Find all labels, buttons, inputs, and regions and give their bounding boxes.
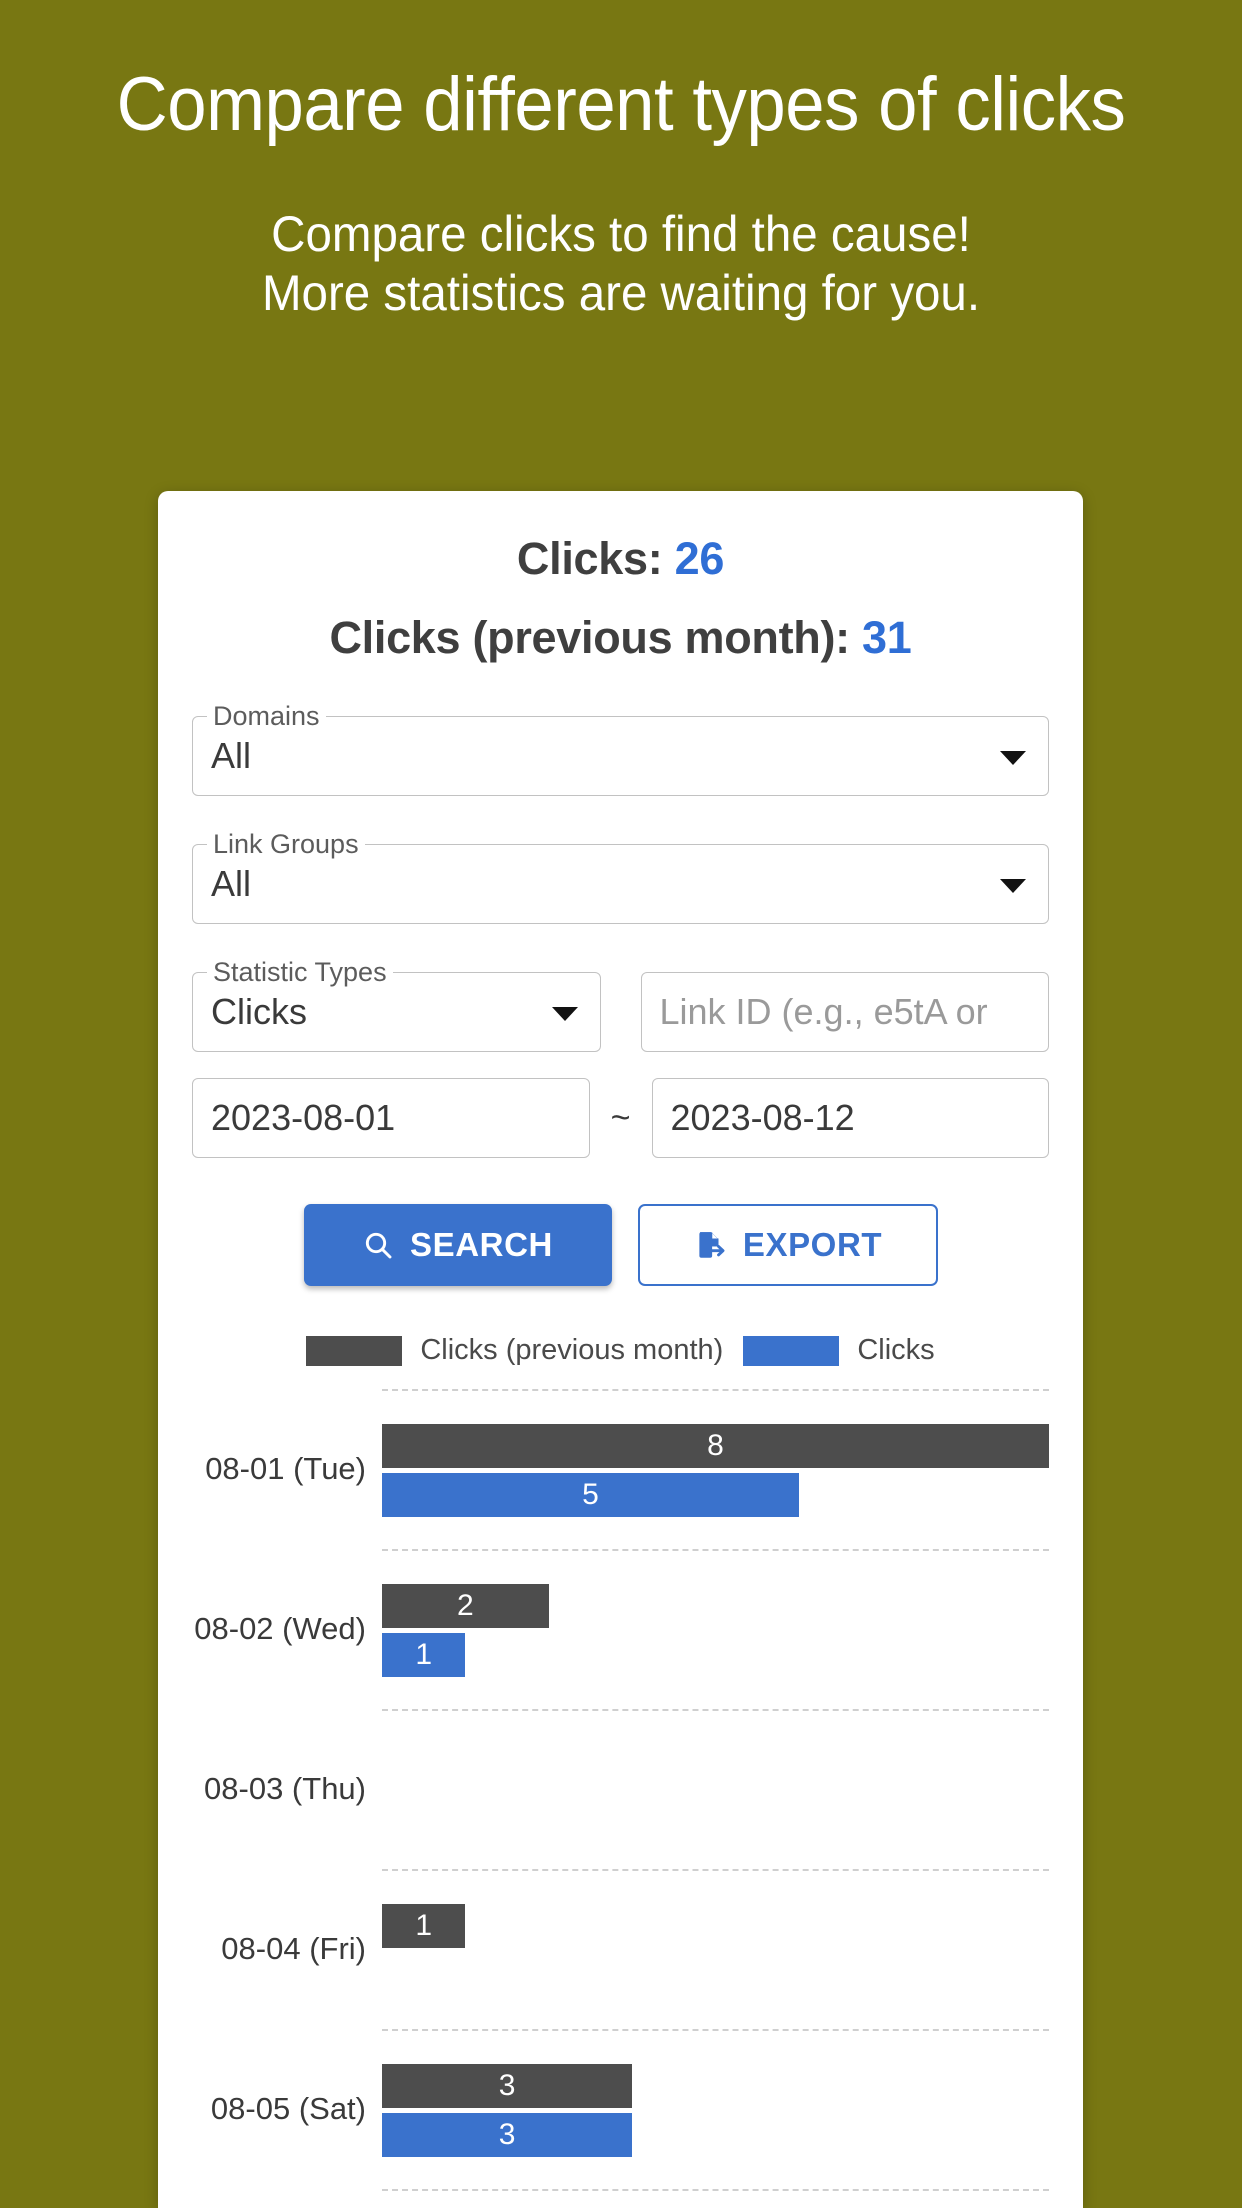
chart-legend: Clicks (previous month) Clicks: [192, 1334, 1049, 1367]
chart-category-label: 08-05 (Sat): [210, 2091, 366, 2126]
link-groups-value: All: [211, 863, 252, 904]
date-from-value: 2023-08-01: [211, 1097, 396, 1138]
action-buttons: SEARCH EXPORT: [192, 1204, 1049, 1286]
date-to-input[interactable]: 2023-08-12: [651, 1078, 1049, 1158]
legend-swatch-icon: [306, 1335, 403, 1366]
legend-swatch-icon: [743, 1335, 840, 1366]
chart-row: 08-04 (Fri) 1: [192, 1869, 1049, 2029]
clicks-summary: Clicks: 26: [192, 533, 1049, 585]
chart-row: 08-05 (Sat) 3 3: [192, 2029, 1049, 2189]
export-button-label: EXPORT: [742, 1226, 883, 1263]
clicks-previous-summary: Clicks (previous month): 31: [192, 612, 1049, 664]
chart-bars: 33: [382, 2029, 1049, 2189]
chevron-down-icon[interactable]: [1000, 751, 1026, 765]
statistic-types-select[interactable]: Statistic Types Clicks: [192, 959, 601, 1052]
link-groups-label: Link Groups: [207, 831, 365, 858]
export-icon: [693, 1228, 727, 1262]
chart-category-label: 08-04 (Fri): [221, 1931, 366, 1966]
export-button[interactable]: EXPORT: [637, 1204, 938, 1286]
domains-value: All: [211, 735, 252, 776]
chart-bar[interactable]: 1: [382, 1903, 466, 1948]
hero-subtitle: Compare clicks to find the cause! More s…: [31, 205, 1211, 323]
chart-bars: 1: [382, 1869, 1049, 2029]
chart-plot-area: 08-01 (Tue) 8 5 08-02 (Wed) 2 1 08-03 (Thu) 08-…: [192, 1389, 1049, 2208]
chart-category-label: 08-01 (Tue): [205, 1451, 366, 1486]
link-id-placeholder: Link ID (e.g., e5tA or: [659, 991, 988, 1032]
domains-select[interactable]: Domains All: [192, 703, 1049, 796]
chart-bar[interactable]: 3: [382, 2112, 633, 2157]
hero-section: Compare different types of clicks Compar…: [0, 0, 1242, 323]
chart-category-label: 08-03 (Thu): [204, 1771, 366, 1806]
date-from-input[interactable]: 2023-08-01: [192, 1078, 590, 1158]
chart-bars: 12: [382, 2189, 1049, 2208]
search-button[interactable]: SEARCH: [303, 1204, 612, 1286]
chart-bar[interactable]: 2: [382, 1583, 549, 1628]
clicks-label: Clicks:: [516, 533, 663, 584]
date-to-value: 2023-08-12: [670, 1097, 855, 1138]
chart-row: 08-01 (Tue) 8 5: [192, 1389, 1049, 1549]
chart-row: 08-02 (Wed) 2 1: [192, 1549, 1049, 1709]
clicks-comparison-chart: Clicks (previous month) Clicks 08-01 (Tue…: [192, 1334, 1049, 2208]
chevron-down-icon[interactable]: [1000, 879, 1026, 893]
chart-row: 08-03 (Thu): [192, 1709, 1049, 1869]
link-groups-select[interactable]: Link Groups All: [192, 831, 1049, 924]
search-button-label: SEARCH: [410, 1226, 553, 1263]
clicks-previous-value: 31: [862, 612, 912, 663]
hero-subtitle-line-2: More statistics are waiting for you.: [261, 265, 981, 322]
clicks-previous-label: Clicks (previous month):: [329, 612, 850, 663]
date-range-separator: ~: [610, 1098, 631, 1137]
chart-bar[interactable]: 5: [382, 1472, 799, 1517]
chart-legend-item[interactable]: Clicks: [743, 1334, 935, 1367]
chart-legend-item[interactable]: Clicks (previous month): [306, 1334, 723, 1367]
statistics-card: Clicks: 26 Clicks (previous month): 31 D…: [158, 491, 1083, 2208]
chart-legend-label: Clicks (previous month): [420, 1334, 724, 1366]
hero-subtitle-line-1: Compare clicks to find the cause!: [271, 206, 971, 263]
page-title: Compare different types of clicks: [116, 62, 1126, 147]
chart-bars: 85: [382, 1389, 1049, 1549]
chart-legend-label: Clicks: [857, 1334, 935, 1366]
chart-bars: 21: [382, 1549, 1049, 1709]
chart-bar[interactable]: 3: [382, 2063, 633, 2108]
statistic-types-value: Clicks: [211, 991, 307, 1032]
search-icon: [362, 1229, 394, 1261]
clicks-value: 26: [674, 533, 725, 584]
chart-row: 08-06 (Sun)12: [192, 2189, 1049, 2208]
domains-label: Domains: [207, 703, 326, 730]
chart-bars: [382, 1709, 1049, 1869]
chart-bar[interactable]: 8: [382, 1423, 1049, 1468]
chart-category-label: 08-02 (Wed): [194, 1611, 366, 1646]
link-id-input[interactable]: Link ID (e.g., e5tA or: [640, 972, 1049, 1052]
statistic-types-label: Statistic Types: [207, 959, 393, 986]
chart-bar[interactable]: 1: [382, 1632, 466, 1677]
chevron-down-icon[interactable]: [551, 1007, 578, 1021]
